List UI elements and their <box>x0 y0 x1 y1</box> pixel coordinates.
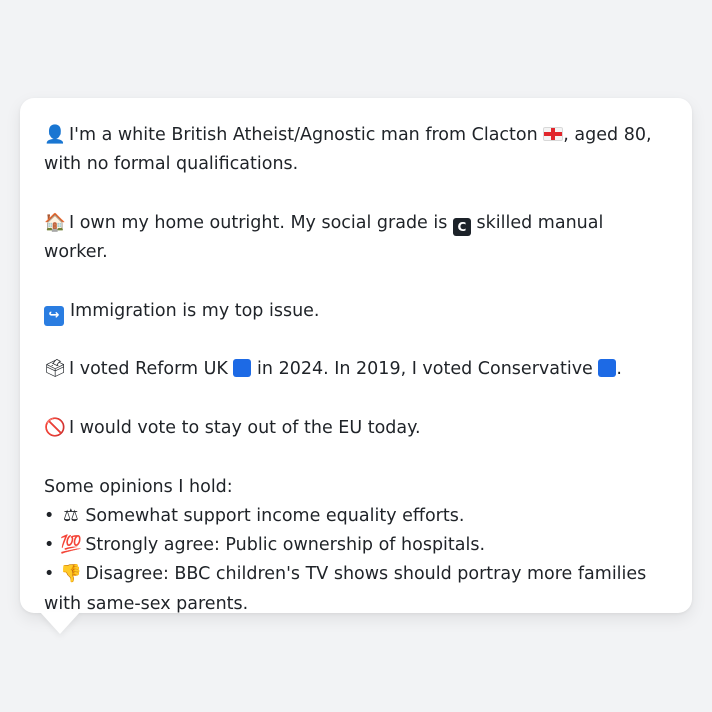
identity-line: 👤 I'm a white British Atheist/Agnostic ma… <box>44 121 668 180</box>
hundred-points-icon: 💯 <box>60 535 83 556</box>
opinion-item: • ⚖ Somewhat support income equality effor… <box>44 502 668 531</box>
vote-text: I voted Reform UK <box>69 359 228 380</box>
identity-text: I'm a white British Atheist/Agnostic man… <box>69 125 538 145</box>
home-text: I own my home outright. My social grade … <box>69 212 448 233</box>
reform-blue-square-icon <box>233 359 252 378</box>
opinion-item: • 👎 Disagree: BBC children's TV shows shou… <box>44 560 668 619</box>
england-flag-icon <box>543 127 564 141</box>
ballot-box-icon: 🗳 <box>44 359 67 380</box>
house-icon: 🏠 <box>44 212 66 233</box>
opinion-text: Disagree: BBC children's TV shows should… <box>44 564 647 614</box>
vote-line: 🗳 I voted Reform UK in 2024. In 2019, I v… <box>44 355 668 384</box>
issue-line: ↪ Immigration is my top issue. <box>44 297 668 326</box>
eu-line: 🚫 I would vote to stay out of the EU toda… <box>44 414 668 443</box>
bullet: • <box>44 564 55 585</box>
person-icon: 👤 <box>44 125 66 145</box>
prohibited-icon: 🚫 <box>44 417 66 438</box>
grade-c-icon: C <box>452 217 471 236</box>
balance-scale-icon: ⚖ <box>62 505 79 526</box>
issue-text: Immigration is my top issue. <box>70 300 320 321</box>
eu-text: I would vote to stay out of the EU today… <box>69 417 421 438</box>
opinions-heading: Some opinions I hold: <box>44 476 233 497</box>
opinion-item: • 💯 Strongly agree: Public ownership of ho… <box>44 531 668 560</box>
message-bubble: 👤 I'm a white British Atheist/Agnostic ma… <box>20 98 692 614</box>
thumbs-down-icon: 👎 <box>60 564 83 585</box>
vote-text-cont: in 2024. In 2019, I voted Conservative <box>257 359 593 380</box>
vote-text-end: . <box>616 359 622 380</box>
bullet: • <box>44 505 55 526</box>
bubble-tail <box>40 612 80 634</box>
bullet: • <box>44 535 55 556</box>
immigration-arrow-icon: ↪ <box>44 305 64 326</box>
opinion-text: Somewhat support income equality efforts… <box>85 505 465 526</box>
conservative-blue-square-icon <box>598 359 617 378</box>
opinion-text: Strongly agree: Public ownership of hosp… <box>85 535 486 556</box>
home-line: 🏠 I own my home outright. My social grade… <box>44 209 668 268</box>
